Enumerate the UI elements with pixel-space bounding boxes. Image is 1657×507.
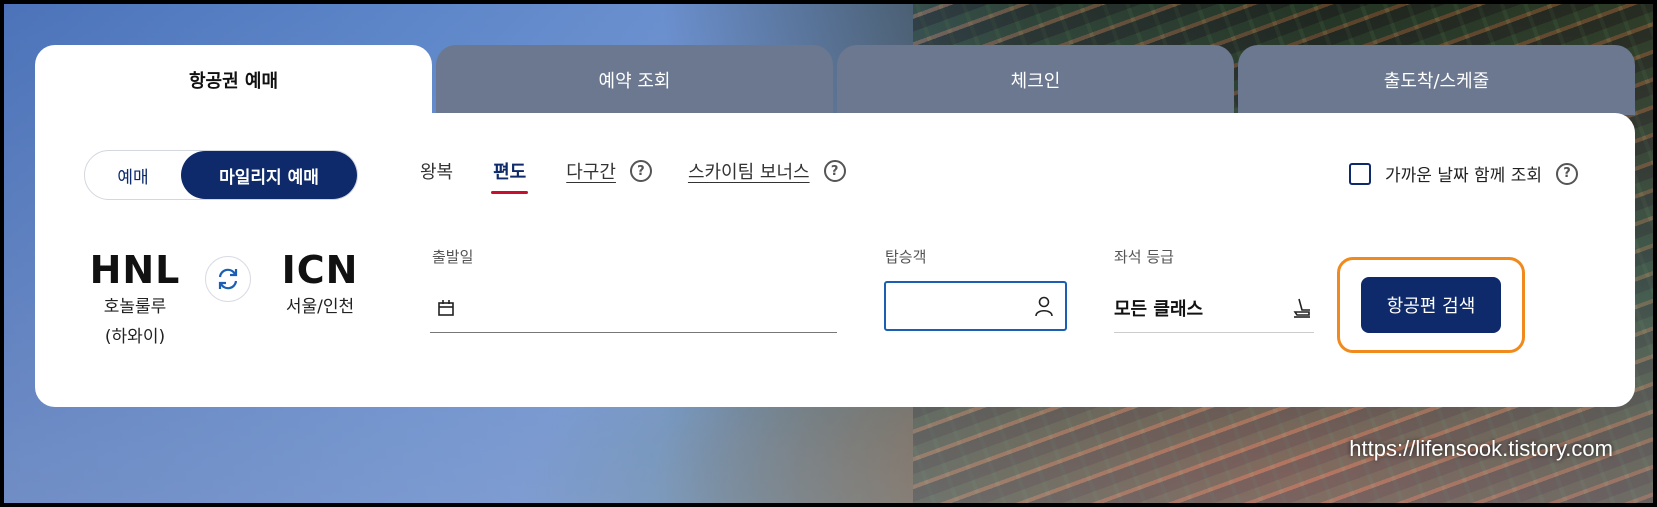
swap-airports-button[interactable]: [205, 256, 251, 302]
search-flights-button[interactable]: 항공편 검색: [1361, 277, 1501, 333]
help-icon[interactable]: ?: [1556, 162, 1578, 185]
seat-class-value: 모든 클래스: [1114, 298, 1204, 320]
calendar-icon: [438, 299, 454, 316]
depart-date-label: 출발일: [432, 248, 474, 266]
destination-code: ICN: [281, 248, 359, 292]
seat-class-label: 좌석 등급: [1114, 248, 1174, 266]
trip-oneway[interactable]: 편도: [491, 158, 529, 194]
origin-airport[interactable]: HNL 호놀룰루 (하와이): [85, 248, 185, 352]
seat-class-field[interactable]: 모든 클래스: [1114, 283, 1314, 333]
origin-city: 호놀룰루: [103, 297, 167, 317]
origin-code: HNL: [89, 248, 181, 292]
fare-mileage-option[interactable]: 마일리지 예매: [181, 151, 357, 199]
tab-checkin[interactable]: 체크인: [837, 45, 1234, 115]
fare-normal-option[interactable]: 예매: [85, 151, 181, 199]
tab-schedule[interactable]: 출도착/스케줄: [1238, 45, 1635, 115]
destination-city: 서울/인천: [285, 297, 355, 317]
trip-round[interactable]: 왕복: [420, 158, 453, 184]
tab-reservation-lookup[interactable]: 예약 조회: [436, 45, 833, 115]
passengers-field[interactable]: [884, 281, 1067, 331]
destination-airport[interactable]: ICN 서울/인천: [265, 248, 375, 322]
booking-tabs: 항공권 예매 예약 조회 체크인 출도착/스케줄: [35, 45, 1635, 115]
flex-dates-label: 가까운 날짜 함께 조회: [1385, 166, 1542, 186]
swap-icon: [218, 268, 238, 290]
tab-booking[interactable]: 항공권 예매: [35, 45, 432, 115]
trip-multi[interactable]: 다구간: [566, 158, 616, 184]
trip-skyteam-bonus[interactable]: 스카이팀 보너스: [688, 158, 810, 184]
seat-icon: [1293, 298, 1310, 318]
flex-dates-option: 가까운 날짜 함께 조회 ?: [1349, 161, 1578, 186]
flex-dates-checkbox[interactable]: [1349, 162, 1372, 185]
depart-date-field[interactable]: [430, 283, 837, 333]
passengers-label: 탑승객: [885, 248, 927, 266]
booking-panel: 예매 마일리지 예매 왕복 편도 다구간 ? 스카이팀 보너스 ? 가까운 날짜…: [35, 113, 1635, 407]
help-icon[interactable]: ?: [629, 160, 652, 182]
help-icon[interactable]: ?: [823, 160, 846, 182]
origin-city-sub: (하와이): [104, 327, 166, 347]
fare-type-toggle: 예매 마일리지 예매: [84, 150, 358, 200]
watermark: https://lifensook.tistory.com: [1349, 436, 1613, 461]
trip-type-selector: 왕복 편도 다구간 ? 스카이팀 보너스 ?: [420, 158, 882, 194]
person-icon: [1035, 296, 1053, 317]
